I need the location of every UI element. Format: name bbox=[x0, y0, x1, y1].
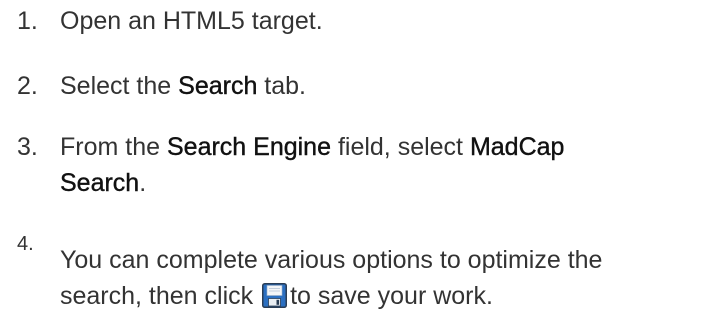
step-number: 2. bbox=[17, 72, 38, 100]
step-text-part: search, then click bbox=[60, 282, 261, 310]
ui-term-search: Search bbox=[60, 169, 140, 197]
step-text: You can complete various options to opti… bbox=[60, 242, 715, 314]
step-3: 3. From the Search Engine field, select … bbox=[0, 129, 718, 201]
ui-term-search-tab: Search bbox=[178, 72, 258, 100]
procedure-steps: 1. Open an HTML5 target. 2. Select the S… bbox=[0, 0, 718, 316]
step-text: Select the Search tab. bbox=[60, 68, 715, 104]
save-icon bbox=[262, 282, 288, 308]
step-number: 3. bbox=[17, 133, 38, 161]
step-number: 1. bbox=[17, 7, 38, 35]
ui-term-search-engine: Search Engine bbox=[166, 133, 331, 161]
step-text: From the Search Engine field, select Mad… bbox=[60, 129, 715, 201]
step-text-part: Open an HTML5 target. bbox=[60, 7, 323, 35]
step-text-part: tab. bbox=[257, 72, 307, 100]
step-4: 4. You can complete various options to o… bbox=[0, 233, 718, 314]
step-text-part: to save your work. bbox=[290, 282, 493, 310]
ui-term-madcap: MadCap bbox=[469, 133, 565, 161]
step-text-part: You can complete various options to opti… bbox=[60, 246, 603, 274]
step-text: Open an HTML5 target. bbox=[60, 3, 715, 39]
step-text-part: . bbox=[139, 169, 147, 197]
step-text-part: From the bbox=[60, 133, 167, 161]
step-text-part: field, select bbox=[331, 133, 470, 161]
step-number: 4. bbox=[17, 233, 34, 255]
step-text-part: Select the bbox=[60, 72, 179, 100]
